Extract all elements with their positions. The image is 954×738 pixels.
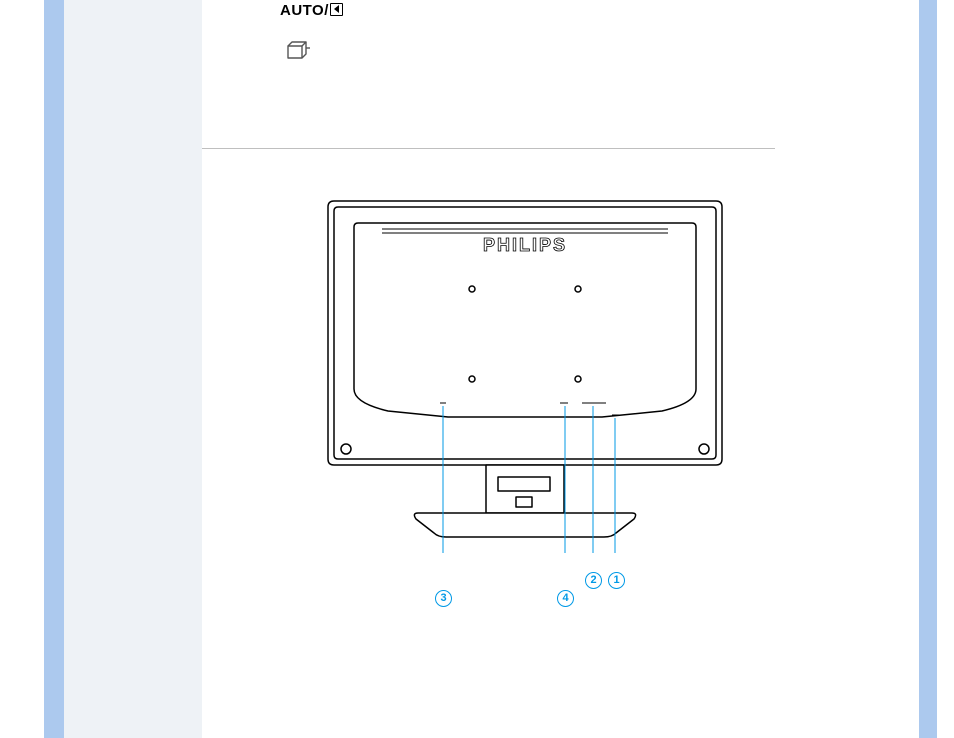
callout-2: 2 (585, 571, 602, 589)
callout-number: 2 (585, 572, 602, 589)
auto-button-label: AUTO/ (280, 2, 343, 19)
callout-1: 1 (608, 571, 625, 589)
callout-4: 4 (557, 589, 574, 607)
left-arrow-box-icon (330, 3, 343, 16)
page: AUTO/ (0, 0, 954, 738)
section-divider (202, 148, 775, 149)
right-outer-strip (919, 0, 937, 738)
callout-3: 3 (435, 589, 452, 607)
monitor-rear-diagram: PHILIPS 1 2 3 4 (312, 193, 738, 553)
brand-text: PHILIPS (483, 235, 567, 255)
left-outer-strip (44, 0, 64, 738)
callout-number: 1 (608, 572, 625, 589)
lightframe-icon (284, 40, 314, 65)
auto-text: AUTO/ (280, 2, 329, 19)
callout-number: 4 (557, 590, 574, 607)
callout-number: 3 (435, 590, 452, 607)
content-pane: AUTO/ (202, 0, 919, 738)
nav-sidebar (64, 0, 202, 738)
